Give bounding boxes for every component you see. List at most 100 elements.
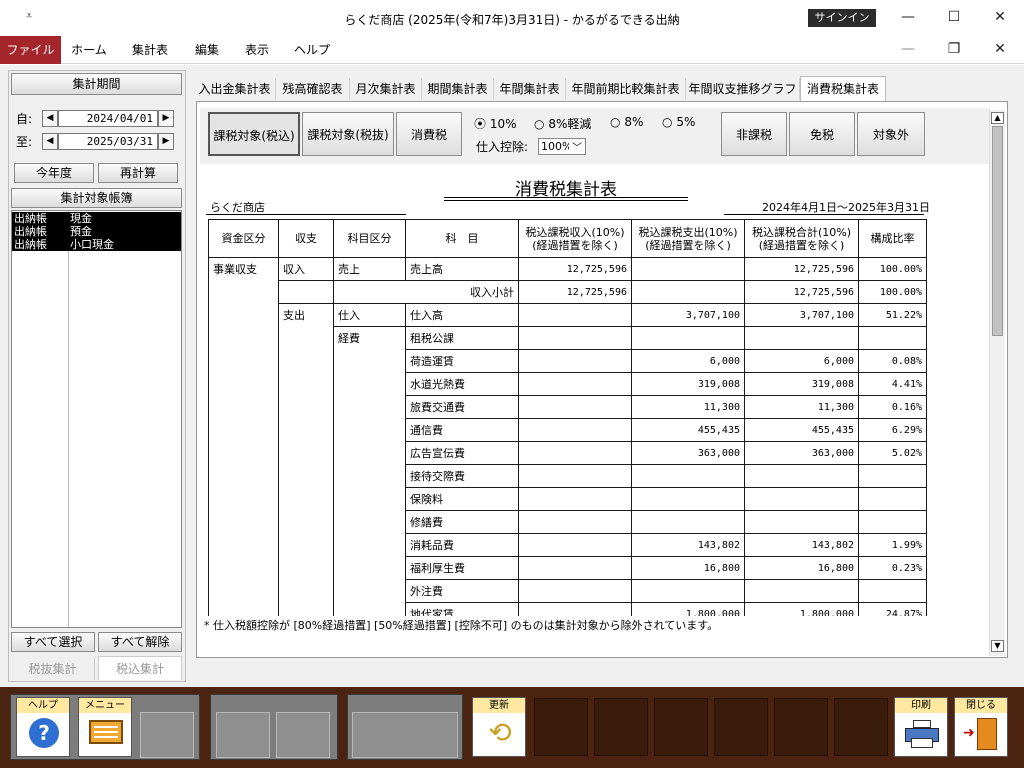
radio-10[interactable]: ⦿ 10% [474,115,517,132]
list-item[interactable]: 出納帳 小口現金 [12,238,181,251]
tab-consumption-tax[interactable]: 消費税集計表 [800,76,886,102]
tab-monthly[interactable]: 月次集計表 [350,78,422,100]
menu-view[interactable]: 表示 [236,36,278,64]
to-prev-icon[interactable]: ◀ [42,133,58,150]
cell-tot: 3,707,100 [744,303,859,327]
select-all-button[interactable]: すべて選択 [11,632,95,652]
menu-file[interactable]: ファイル [0,36,61,64]
menu-edit[interactable]: 編集 [186,36,228,64]
cell-inc [518,510,632,534]
menu-home[interactable]: ホーム [66,36,112,64]
radio-5[interactable]: ○ 5% [662,115,695,129]
account-name: 預金 [70,225,92,238]
inner-restore-icon[interactable]: ❐ [942,38,966,60]
deduct-select[interactable]: 100% ﹀ [538,138,586,155]
cell-c1 [278,464,334,488]
print-button[interactable]: 印刷 [894,697,948,757]
consumption-tax-button[interactable]: 消費税 [396,112,462,156]
cell-inc [518,303,632,327]
cell-c0 [208,349,279,373]
maximize-icon[interactable]: ☐ [942,6,966,28]
title-underline [444,197,688,198]
deselect-all-button[interactable]: すべて解除 [98,632,182,652]
taxable-incl-button[interactable]: 課税対象(税込) [208,112,300,156]
tax-excl-tab[interactable]: 税抜集計 [11,658,95,680]
empty-slot [534,698,588,756]
empty-slot [216,712,270,758]
cell-c0 [208,395,279,419]
cell-c0 [208,533,279,557]
company-underline [206,214,406,215]
to-next-icon[interactable]: ▶ [158,133,174,150]
tab-balance[interactable]: 残高確認表 [276,78,350,100]
cell-pct: 1.99% [858,533,927,557]
account-list[interactable]: 出納帳 現金 出納帳 預金 出納帳 小口現金 [11,210,182,628]
inner-minimize-icon[interactable]: — [896,38,920,60]
radio-8[interactable]: ○ 8% [610,115,643,129]
cell-c1 [278,579,334,603]
inner-close-icon[interactable]: ✕ [988,38,1012,60]
refresh-icon: ⟲ [488,716,512,749]
tab-period[interactable]: 期間集計表 [422,78,494,100]
cell-tot: 1,800,000 [744,602,859,616]
help-button[interactable]: ヘルプ ? [16,697,70,757]
radio-label: 10% [489,117,517,131]
signin-button[interactable]: サインイン [808,9,876,27]
cell-c1 [278,510,334,534]
cell-c3: 福利厚生費 [405,556,519,580]
scroll-up-icon[interactable]: ▲ [991,112,1004,124]
this-year-button[interactable]: 今年度 [14,163,94,183]
menu-summary[interactable]: 集計表 [124,36,176,64]
cell-c2: 仕入 [333,303,406,327]
from-next-icon[interactable]: ▶ [158,110,174,127]
list-item[interactable]: 出納帳 現金 [12,212,181,225]
cell-tot: 12,725,596 [744,280,859,304]
cell-c3: 地代家賃 [405,602,519,616]
cell-c3: 保険料 [405,487,519,511]
print-label: 印刷 [895,698,947,713]
cell-inc [518,487,632,511]
refresh-button[interactable]: 更新 ⟲ [472,697,526,757]
minimize-icon[interactable]: — [896,6,920,28]
list-item[interactable]: 出納帳 預金 [12,225,181,238]
exempt-button[interactable]: 免税 [789,112,855,156]
close-button[interactable]: 閉じる ➜ [954,697,1008,757]
radio-8-reduced[interactable]: ○ 8%軽減 [534,115,591,132]
cell-c1 [278,556,334,580]
tab-annual[interactable]: 年間集計表 [494,78,566,100]
cell-pct [858,464,927,488]
cell-c1 [278,280,334,304]
cell-c0 [208,418,279,442]
tab-annual-compare[interactable]: 年間前期比較集計表 [566,78,686,100]
table-row: 修繕費 [208,510,927,534]
cell-c2 [333,487,406,511]
close-icon[interactable]: ✕ [988,6,1012,28]
taxable-excl-button[interactable]: 課税対象(税抜) [302,112,394,156]
cell-tot: 12,725,596 [744,257,859,281]
table-row: 荷造運賃 6,000 6,000 0.08% [208,349,927,373]
cell-inc [518,349,632,373]
cell-exp [631,487,745,511]
cell-c3: 消耗品費 [405,533,519,557]
menu-help[interactable]: ヘルプ [288,36,336,64]
cell-c3: 仕入高 [405,303,519,327]
from-date-field[interactable]: 2024/04/01 [58,110,158,127]
non-taxable-button[interactable]: 非課税 [721,112,787,156]
scroll-thumb[interactable] [992,126,1003,336]
menu-list-icon [89,720,123,744]
tab-cashflow[interactable]: 入出金集計表 [194,78,276,100]
cell-c0 [208,441,279,465]
recalc-button[interactable]: 再計算 [98,163,178,183]
scroll-down-icon[interactable]: ▼ [991,640,1004,652]
to-date-field[interactable]: 2025/03/31 [58,133,158,150]
vertical-scrollbar[interactable]: ▲ ▼ [989,110,1005,656]
from-prev-icon[interactable]: ◀ [42,110,58,127]
menu-button[interactable]: メニュー [78,697,132,757]
radio-empty-icon: ○ [534,117,545,131]
cell-tot [744,510,859,534]
outside-button[interactable]: 対象外 [857,112,925,156]
cell-c2 [333,556,406,580]
tax-incl-tab[interactable]: 税込集計 [98,656,182,680]
cell-pct: 51.22% [858,303,927,327]
tab-annual-graph[interactable]: 年間収支推移グラフ [686,78,800,100]
